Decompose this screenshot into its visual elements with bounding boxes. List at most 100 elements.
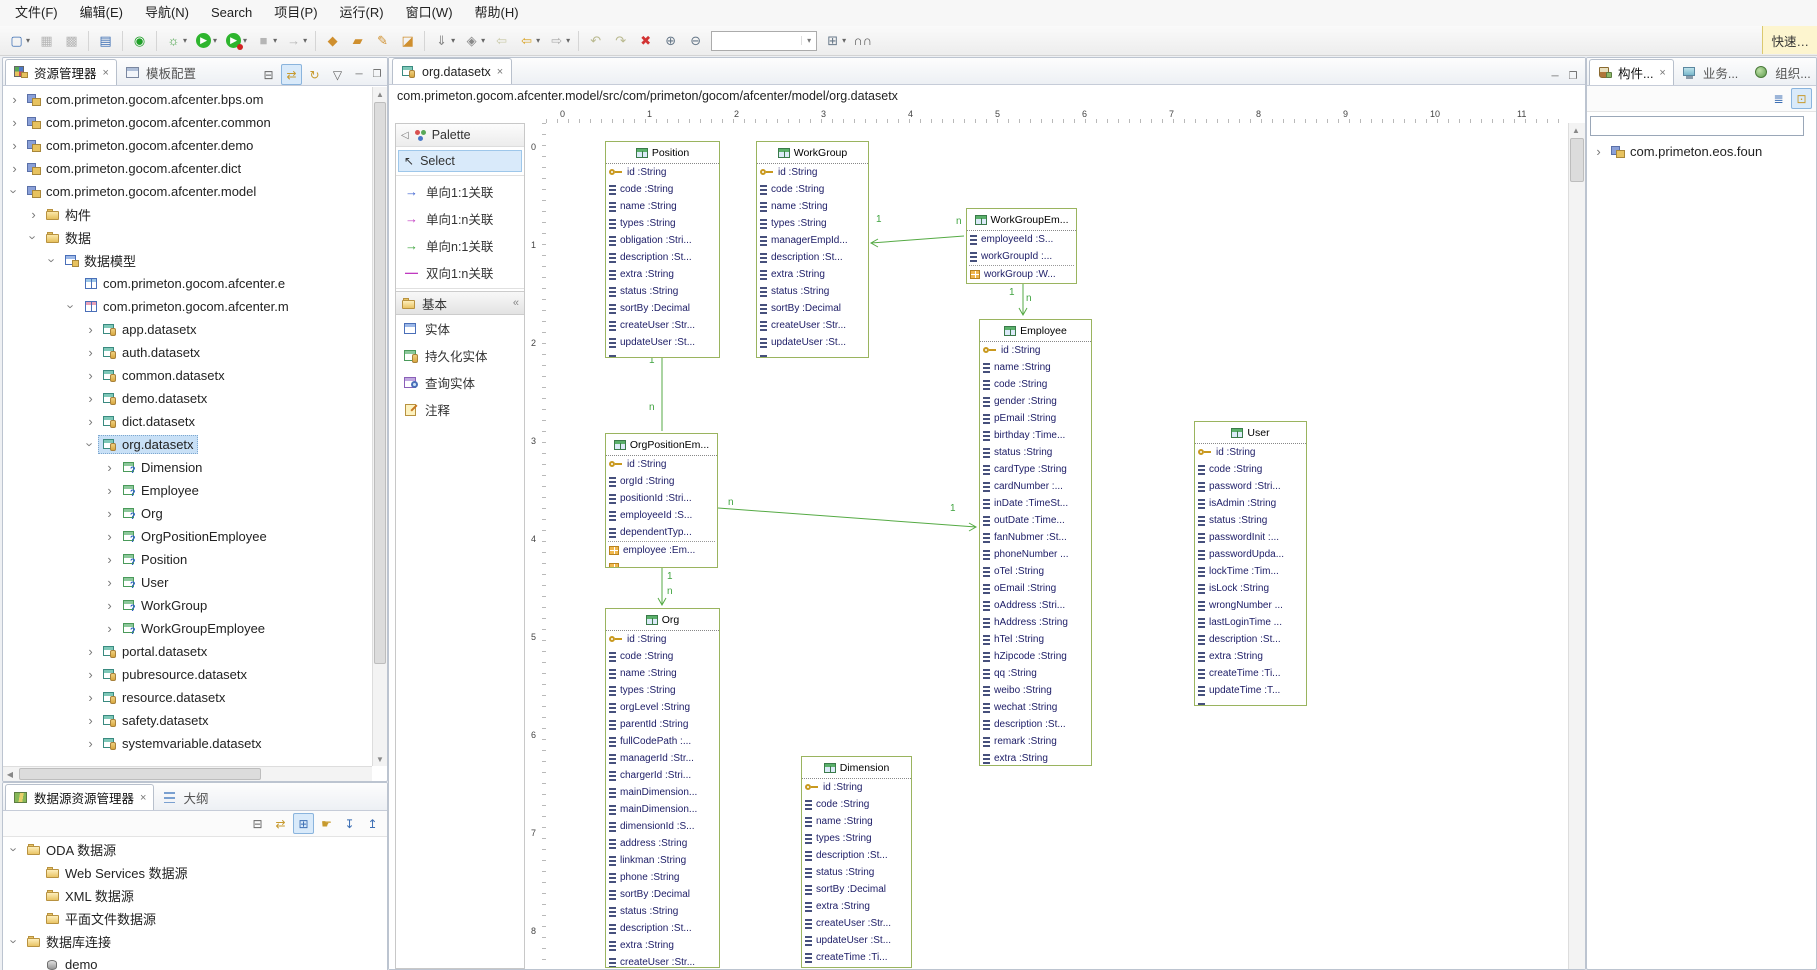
tree-item-xml-[interactable]: XML 数据源	[3, 884, 387, 907]
layout-button[interactable]: ⊞▾	[821, 29, 849, 53]
stop-button[interactable]: ■▾	[252, 29, 280, 53]
expand-icon[interactable]	[83, 414, 98, 429]
forward-button[interactable]: ⇨▾	[545, 29, 573, 53]
entity-field[interactable]: qq :String	[980, 665, 1091, 682]
entity-field[interactable]: hTel :String	[980, 631, 1091, 648]
entity-field[interactable]: description :St...	[980, 716, 1091, 733]
palette-item-持久化实体[interactable]: 持久化实体	[396, 342, 524, 369]
tab-business[interactable]: 业务...	[1674, 59, 1746, 85]
expand-icon[interactable]	[102, 460, 117, 475]
entity-field[interactable]: isAdmin :String	[1195, 495, 1306, 512]
entity-position[interactable]: Positionid :Stringcode :Stringname :Stri…	[605, 141, 720, 358]
entity-field[interactable]: code :String	[606, 181, 719, 198]
tree-item-auth.datasetx[interactable]: auth.datasetx	[3, 341, 372, 364]
entity-field[interactable]: types :String	[606, 215, 719, 232]
menu-文件F[interactable]: 文件(F)	[4, 0, 69, 26]
entity-field[interactable]: employeeId :S...	[606, 507, 717, 524]
entity-field[interactable]: employeeId :S...	[967, 231, 1076, 248]
connect-button[interactable]: ☛	[316, 813, 337, 834]
tree-item-com.primeton.gocom.afcenter.demo[interactable]: com.primeton.gocom.afcenter.demo	[3, 134, 372, 157]
debug-button[interactable]: ☼▾	[162, 29, 190, 53]
entity-field[interactable]: name :String	[757, 198, 868, 215]
scrollbar-thumb[interactable]	[1570, 138, 1584, 182]
checkout-button[interactable]: ⇓▾	[430, 29, 458, 53]
entity-field[interactable]: hZipcode :String	[980, 648, 1091, 665]
entity-field[interactable]: status :String	[757, 283, 868, 300]
editor-tab-org-datasetx[interactable]: org.datasetx	[392, 58, 512, 84]
tree-item-com.primeton.gocom.afcenter.bps.om[interactable]: com.primeton.gocom.afcenter.bps.om	[3, 88, 372, 111]
entity-workgroup[interactable]: WorkGroupid :Stringcode :Stringname :Str…	[756, 141, 869, 358]
entity-field[interactable]: description :St...	[802, 847, 911, 864]
entity-field[interactable]: positionId :Stri...	[606, 490, 717, 507]
tree-item-com.primeton.gocom.afcenter.model[interactable]: com.primeton.gocom.afcenter.model	[3, 180, 372, 203]
entity-field[interactable]: name :String	[606, 198, 719, 215]
undo-button[interactable]: ↶	[584, 29, 607, 53]
entity-field[interactable]: isLock :String	[1195, 580, 1306, 597]
entity-field[interactable]: password :Stri...	[1195, 478, 1306, 495]
scrollbar-thumb[interactable]	[374, 102, 386, 664]
tree-item-pubresource.datasetx[interactable]: pubresource.datasetx	[3, 663, 372, 686]
palette-item-实体[interactable]: 实体	[396, 315, 524, 342]
diagram-canvas[interactable]: 1n1nn11n1nPositionid :Stringcode :String…	[546, 123, 1568, 969]
entity-workgroupem[interactable]: WorkGroupEm...employeeId :S...workGroupI…	[966, 208, 1077, 284]
expand-icon[interactable]	[83, 690, 98, 705]
view-menu-button[interactable]: ▽	[327, 64, 348, 85]
tree-item-org.datasetx[interactable]: org.datasetx	[3, 433, 372, 456]
tree-item-employee[interactable]: Employee	[3, 479, 372, 502]
open-component-button[interactable]: ◆	[321, 29, 344, 53]
palette-group-basic[interactable]: 基本«	[396, 291, 524, 315]
entity-field[interactable]: phone :String	[606, 869, 719, 886]
maximize-icon[interactable]	[1565, 68, 1581, 84]
entity-field[interactable]: types :String	[757, 215, 868, 232]
entity-field[interactable]: obligation :Stri...	[606, 232, 719, 249]
group-by-folder-button[interactable]: ⊡	[1791, 88, 1812, 109]
tree-item--[interactable]: 构件	[3, 203, 372, 226]
tree-item-com.primeton.gocom.afcenter.m[interactable]: com.primeton.gocom.afcenter.m	[3, 295, 372, 318]
tree-item-portal.datasetx[interactable]: portal.datasetx	[3, 640, 372, 663]
collapse-group-icon[interactable]: «	[513, 297, 519, 309]
close-icon[interactable]	[139, 792, 146, 804]
expand-icon[interactable]	[26, 207, 41, 222]
entity-field[interactable]: code :String	[757, 181, 868, 198]
entity-field[interactable]: cardNumber :...	[980, 478, 1091, 495]
tab-resource-explorer[interactable]: 资源管理器	[5, 59, 117, 85]
maximize-icon[interactable]	[369, 67, 385, 83]
export-config-button[interactable]: ↥	[362, 813, 383, 834]
expand-icon[interactable]	[83, 713, 98, 728]
tree-item--[interactable]: 数据	[3, 226, 372, 249]
entity-field[interactable]: code :String	[606, 648, 719, 665]
palette-tool-单向n:1关联[interactable]: →单向n:1关联	[396, 232, 524, 259]
new-wizard-button[interactable]: ◈▾	[460, 29, 488, 53]
entity-field[interactable]: description :St...	[606, 920, 719, 937]
collapse-icon[interactable]	[7, 934, 22, 949]
tab-template-config[interactable]: 模板配置	[117, 59, 204, 85]
entity-field[interactable]: birthday :Time...	[980, 427, 1091, 444]
tree-item-resource.datasetx[interactable]: resource.datasetx	[3, 686, 372, 709]
resume-button[interactable]: →▾	[282, 29, 310, 53]
scroll-down-icon[interactable]: ▼	[373, 752, 387, 766]
entity-field[interactable]	[1195, 699, 1306, 706]
tab-components[interactable]: 构件...	[1589, 59, 1674, 85]
entity-field[interactable]: employee :Em...	[606, 542, 717, 559]
palette-tool-双向1:n关联[interactable]: —双向1:n关联	[396, 259, 524, 286]
collapse-icon[interactable]	[64, 299, 79, 314]
entity-field[interactable]: id :String	[606, 164, 719, 181]
entity-field[interactable]: status :String	[606, 283, 719, 300]
collapse-all-button[interactable]: ⊟	[247, 813, 268, 834]
link-with-editor-button[interactable]: ⇄	[281, 64, 302, 85]
entity-field[interactable]: mainDimension...	[606, 801, 719, 818]
scroll-left-icon[interactable]: ◀	[3, 767, 17, 781]
entity-field[interactable]: code :String	[1195, 461, 1306, 478]
entity-field[interactable]: phoneNumber ...	[980, 546, 1091, 563]
entity-field[interactable]: id :String	[1195, 444, 1306, 461]
entity-field[interactable]: oAddress :Stri...	[980, 597, 1091, 614]
expand-icon[interactable]	[102, 575, 117, 590]
expand-icon[interactable]	[102, 621, 117, 636]
entity-field[interactable]: updateUser :St...	[757, 334, 868, 351]
entity-field[interactable]: remark :String	[980, 733, 1091, 750]
chevron-down-icon[interactable]: ▾	[801, 36, 816, 45]
scroll-up-icon[interactable]: ▲	[1569, 123, 1583, 137]
entity-field[interactable]: gender :String	[980, 393, 1091, 410]
expand-icon[interactable]	[83, 322, 98, 337]
palette-tool-select[interactable]: ↖Select	[398, 150, 522, 172]
